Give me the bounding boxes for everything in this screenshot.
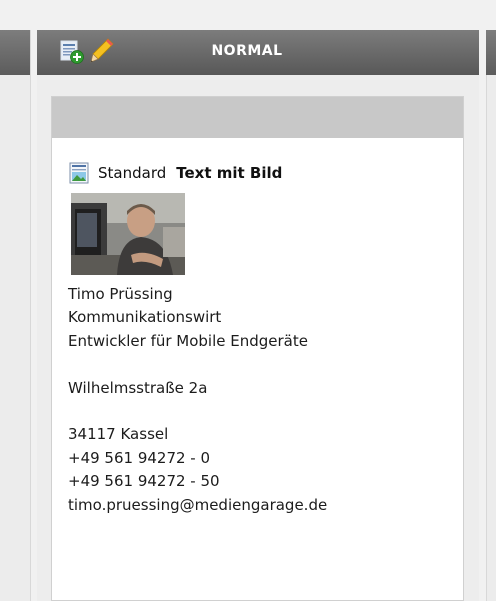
content-area: Standard Text mit Bild Timo Prüssing Kom…	[51, 96, 464, 601]
left-column-divider	[30, 30, 31, 601]
city-address: 34117 Kassel	[68, 425, 169, 444]
pencil-icon[interactable]	[89, 37, 115, 65]
column-title: NORMAL	[211, 43, 283, 59]
right-column	[486, 30, 496, 601]
left-column	[0, 30, 31, 601]
content-element-header[interactable]: Standard Text mit Bild	[69, 160, 282, 186]
right-column-header	[486, 30, 496, 75]
column-normal: NORMAL Standard Text mit Bild Timo Prüss…	[37, 30, 479, 601]
person-title: Kommunikationswirt	[68, 308, 222, 327]
address-text: Timo Prüssing Kommunikationswirt Entwick…	[68, 283, 327, 517]
email-address: timo.pruessing@mediengarage.de	[68, 495, 328, 514]
phone-number: +49 561 94272 - 0	[68, 448, 211, 467]
page-module-layout: NORMAL Standard Text mit Bild Timo Prüss…	[0, 0, 496, 601]
content-type-label: Standard	[98, 164, 167, 182]
column-header: NORMAL	[37, 30, 479, 75]
person-name: Timo Prüssing	[68, 285, 173, 303]
portrait-photo-image	[71, 193, 185, 275]
content-element-title: Text mit Bild	[176, 164, 283, 182]
right-column-divider	[486, 30, 487, 601]
street-address: Wilhelmsstraße 2a	[68, 378, 208, 397]
new-content-icon[interactable]	[60, 40, 84, 64]
text-with-image-icon[interactable]	[69, 162, 89, 184]
content-drop-zone[interactable]	[52, 97, 463, 138]
fax-number: +49 561 94272 - 50	[68, 472, 220, 491]
portrait-photo	[71, 193, 185, 275]
left-column-header	[0, 30, 30, 75]
person-role: Entwickler für Mobile Endgeräte	[68, 331, 308, 350]
